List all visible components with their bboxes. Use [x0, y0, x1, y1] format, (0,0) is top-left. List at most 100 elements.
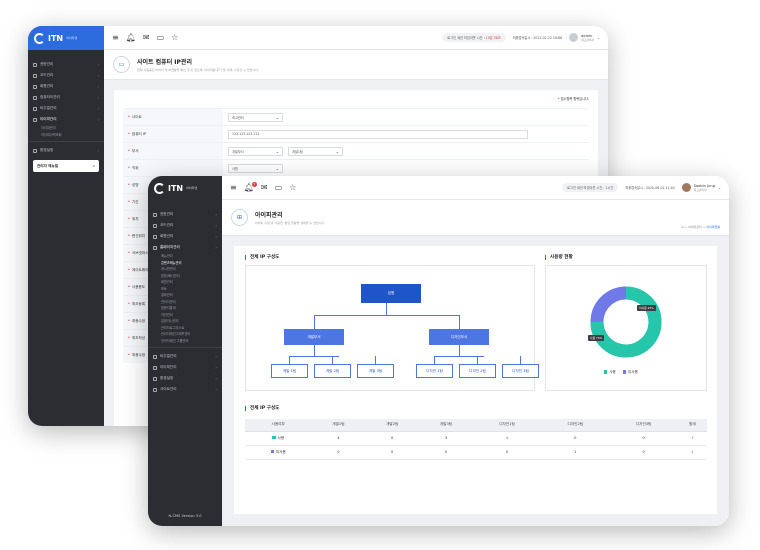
org-node-root[interactable]: 임원 — [361, 284, 421, 303]
globe-icon — [153, 387, 157, 392]
table-header: 개발3팀 — [419, 419, 473, 432]
sidebar-item-4[interactable]: 비주얼관리 › — [28, 103, 104, 114]
monitor-icon[interactable]: ▭ — [275, 183, 283, 192]
image-icon — [33, 106, 37, 111]
chevron-down-icon: ⌄ — [335, 148, 339, 154]
used-pct-label: 사용 75% — [588, 335, 605, 341]
table-row: 미사용 0 0 0 0 1 0 1 — [245, 445, 707, 460]
sidebar-item-2[interactable]: 회원관리 › — [148, 231, 222, 242]
monitor-icon — [33, 95, 37, 100]
sidebar-item-label: 환경설정 — [160, 376, 174, 380]
form-select-2[interactable]: 개발1팀 ⌄ — [288, 146, 343, 156]
table-header: 디자인1팀 — [472, 419, 542, 432]
sidebar-subitem[interactable]: 아이피이력조회 — [28, 132, 104, 139]
chevron-right-icon: › — [215, 234, 217, 239]
monitor-icon[interactable]: ▭ — [157, 33, 165, 42]
sidebar-item-0[interactable]: 비주얼관리 › — [148, 351, 222, 362]
sidebar-item-label: 컴퓨터이관리 — [40, 95, 60, 99]
form-label-text: 직위 — [131, 165, 139, 170]
org-node-team[interactable]: 개발 1팀 — [271, 364, 308, 378]
org-chart-title: 전체 IP 구성도 — [245, 255, 279, 260]
version-label: N-CMS Version 3.0 — [168, 514, 202, 518]
org-node-dept[interactable]: 디자인부서 — [429, 329, 489, 345]
chevron-right-icon: › — [215, 223, 217, 228]
logo-ring-icon — [34, 32, 45, 44]
chevron-right-icon: › — [97, 84, 99, 89]
org-node-team[interactable]: 디자인 1팀 — [416, 364, 453, 378]
org-node-team[interactable]: 개발 3팀 — [357, 364, 394, 378]
logo: ITN 아이티앤 — [148, 176, 222, 200]
sidebar-item-5[interactable]: 아이피관리 › — [28, 114, 104, 125]
chevron-right-icon: › — [97, 95, 99, 100]
sidebar-item-3[interactable]: 컴퓨터이관리 › — [28, 92, 104, 103]
table-cell: 0 — [365, 431, 420, 446]
user-role: 최고관리자 — [693, 187, 707, 192]
chevron-down-icon: ⌄ — [275, 148, 279, 154]
chevron-down-icon: ⌄ — [275, 165, 279, 171]
breadcrumb: ⌂ > 아이피관리 > 아이피현황 — [681, 225, 720, 229]
chevron-down-icon: ⌄ — [596, 35, 600, 40]
user-menu[interactable]: admin 최고관리자 ⌄ — [569, 33, 600, 42]
sidebar-subitem[interactable]: 관리자메인 그룹관리 — [148, 338, 222, 345]
users-icon — [153, 365, 157, 370]
select-value: 개발1팀 — [292, 149, 303, 154]
org-node-team[interactable]: 디자인 2팀 — [459, 364, 496, 378]
breadcrumb-mid[interactable]: 아이피관리 — [688, 225, 702, 229]
sidebar-item-1[interactable]: 아이피관리 › — [148, 362, 222, 373]
table-cell: 0 — [609, 445, 678, 460]
sidebar-item-3[interactable]: 홈페이지관리 › — [148, 242, 222, 253]
session-timer: 로그인 세션 타임아웃 시간 : 19분 58초 — [442, 33, 506, 42]
sidebar-item-0[interactable]: 권한관리 › — [28, 59, 104, 70]
chevron-right-icon: › — [215, 354, 217, 359]
form-label: * 사이트 — [123, 109, 223, 125]
org-node-team[interactable]: 개발 2팀 — [314, 364, 351, 378]
form-label-text: 컴퓨터 IP — [131, 131, 147, 136]
chevron-right-icon: › — [215, 365, 217, 370]
form-select[interactable]: 사원 ⌄ — [228, 163, 283, 173]
menu-icon[interactable]: ≡ — [230, 183, 237, 192]
form-select[interactable]: 최고관리 ⌄ — [228, 112, 283, 122]
form-label-text: 부서 — [131, 148, 139, 153]
notification-badge: 3 — [251, 181, 257, 187]
form-label-text: 랜선위치 — [131, 233, 146, 238]
mail-icon[interactable]: ✉ — [261, 183, 268, 192]
bell-icon[interactable]: 🔔︎ — [126, 33, 136, 42]
form-label: * 컴퓨터 IP — [123, 126, 223, 142]
sidebar-item-2[interactable]: 환경설정 › — [148, 373, 222, 384]
sidebar-item-2[interactable]: 회원관리 › — [28, 81, 104, 92]
star-icon[interactable]: ☆ — [289, 183, 296, 192]
sidebar-item-1[interactable]: 코드관리 › — [28, 70, 104, 81]
org-node-dept[interactable]: 개발부서 — [284, 329, 344, 345]
bell-icon[interactable]: 🔔︎ 3 — [244, 181, 257, 192]
menu-icon[interactable]: ≡ — [112, 33, 119, 42]
sidebar: ITN 아이티앤 권한관리 › 코드관리 › 회원관리 › 홈페이지관리 › 메뉴관리 콘텐츠메뉴… — [148, 176, 222, 526]
form-label-text: 위치 — [131, 216, 139, 221]
sidebar-item-label: 사이트관리 — [160, 387, 177, 391]
star-icon[interactable]: ☆ — [171, 33, 178, 42]
unused-pct-label: 미사용 25% — [637, 305, 656, 311]
sidebar-item-label: 권한관리 — [40, 62, 54, 66]
sidebar-item-3[interactable]: 사이트관리 › — [148, 384, 222, 395]
sidebar-item-label: 비주얼관리 — [40, 106, 57, 110]
gear-icon — [33, 148, 37, 153]
logo-sub: 아이티앤 — [66, 36, 78, 40]
form-select[interactable]: 개발부서 ⌄ — [228, 146, 283, 156]
table-cell: 0 — [419, 445, 473, 460]
form-label-text: 최초등록 — [131, 301, 146, 306]
check-circle-icon — [153, 212, 157, 217]
computer-icon: ▭ — [113, 56, 130, 73]
sidebar-item-1[interactable]: 코드관리 › — [148, 220, 222, 231]
mail-icon[interactable]: ✉ — [143, 33, 150, 42]
chevron-right-icon: › — [97, 117, 99, 122]
table-header: 합계 — [677, 419, 707, 432]
required-note-text: 필수항목 항목입니다. — [560, 97, 589, 101]
form-input[interactable]: 123.123.123.122 — [228, 129, 528, 139]
sidebar-item-0[interactable]: 권한관리 › — [148, 209, 222, 220]
org-node-team[interactable]: 디자인 3팀 — [502, 364, 539, 378]
usage-legend: 사용 미사용 — [604, 370, 638, 375]
home-icon[interactable]: ⌂ — [682, 225, 684, 229]
admin-manual-button[interactable]: 관리자 메뉴얼 ⌕ — [33, 160, 99, 172]
user-menu[interactable]: Soobin Jung 최고관리자 ⌄ — [681, 183, 721, 192]
table-header: 개발1팀 — [311, 419, 366, 432]
sidebar-item-settings[interactable]: 환경설정 › — [28, 145, 104, 156]
